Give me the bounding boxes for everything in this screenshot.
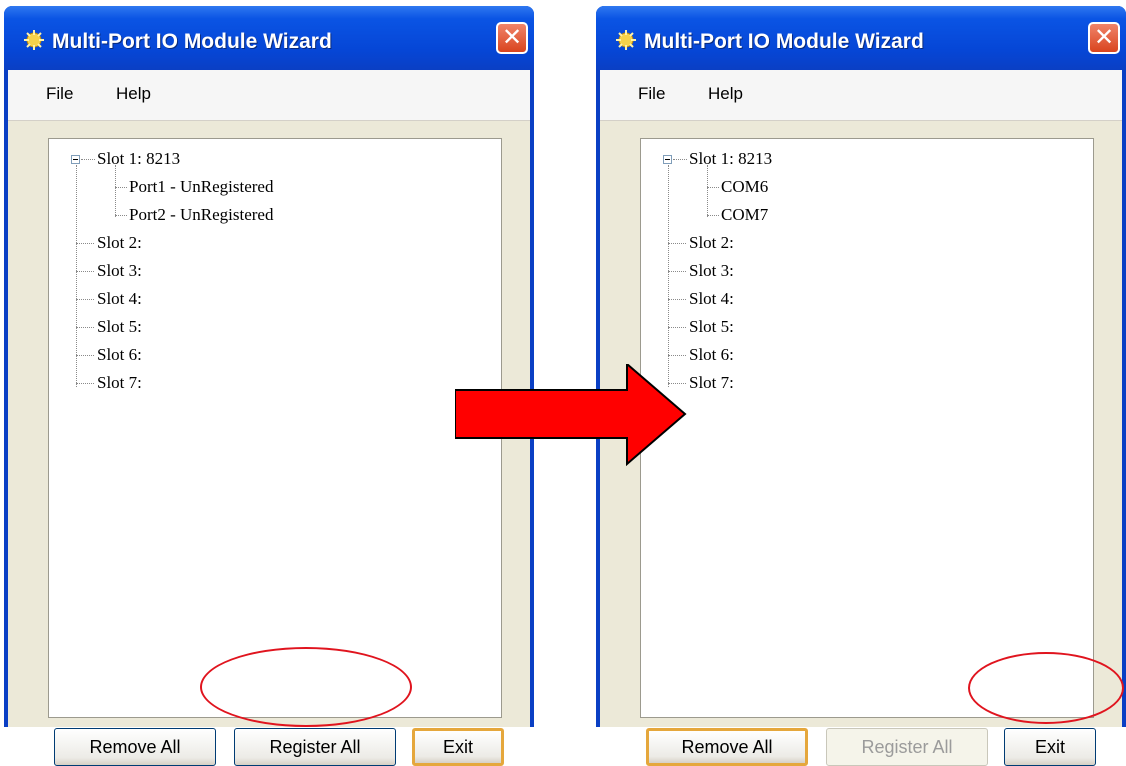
tree-node-slot7[interactable]: Slot 7: (689, 373, 734, 393)
slot-tree-view[interactable]: Slot 1: 8213 Port1 - UnRegistered Port2 … (48, 138, 502, 718)
close-button[interactable]: ✕ (1088, 22, 1120, 54)
transition-arrow-icon (455, 364, 687, 466)
tree-node-slot1[interactable]: Slot 1: 8213 (97, 149, 180, 169)
tree-node-slot1[interactable]: Slot 1: 8213 (689, 149, 772, 169)
window-title: Multi-Port IO Module Wizard (644, 30, 924, 53)
tree-node-slot2[interactable]: Slot 2: (97, 233, 142, 253)
tree-node-slot4[interactable]: Slot 4: (689, 289, 734, 309)
app-icon (24, 30, 44, 50)
remove-all-button[interactable]: Remove All (54, 728, 216, 766)
app-icon (616, 30, 636, 50)
register-all-button: Register All (826, 728, 988, 766)
menu-file[interactable]: File (638, 84, 665, 104)
tree-node-slot7[interactable]: Slot 7: (97, 373, 142, 393)
tree-node-slot5[interactable]: Slot 5: (97, 317, 142, 337)
menu-bar: File Help (600, 70, 1122, 121)
window-title: Multi-Port IO Module Wizard (52, 30, 332, 53)
tree-node-slot4[interactable]: Slot 4: (97, 289, 142, 309)
menu-bar: File Help (8, 70, 530, 121)
tree-node-com7[interactable]: COM7 (721, 205, 768, 225)
register-all-highlight-circle (200, 647, 412, 727)
tree-node-slot3[interactable]: Slot 3: (97, 261, 142, 281)
exit-button[interactable]: Exit (1004, 728, 1096, 766)
collapse-icon[interactable] (663, 155, 672, 164)
register-all-button[interactable]: Register All (234, 728, 396, 766)
remove-all-button[interactable]: Remove All (646, 728, 808, 766)
tree-node-slot6[interactable]: Slot 6: (97, 345, 142, 365)
tree-node-com6[interactable]: COM6 (721, 177, 768, 197)
exit-button[interactable]: Exit (412, 728, 504, 766)
close-button[interactable]: ✕ (496, 22, 528, 54)
title-bar: Multi-Port IO Module Wizard ✕ (596, 6, 1126, 70)
slot-tree-view[interactable]: Slot 1: 8213 COM6 COM7 Slot 2: Slot 3: S… (640, 138, 1094, 718)
menu-file[interactable]: File (46, 84, 73, 104)
exit-highlight-circle (968, 652, 1124, 724)
collapse-icon[interactable] (71, 155, 80, 164)
tree-node-port1[interactable]: Port1 - UnRegistered (129, 177, 273, 197)
menu-help[interactable]: Help (116, 84, 151, 104)
tree-node-port2[interactable]: Port2 - UnRegistered (129, 205, 273, 225)
title-bar: Multi-Port IO Module Wizard ✕ (4, 6, 534, 70)
tree-node-slot6[interactable]: Slot 6: (689, 345, 734, 365)
client-area: File Help Slot 1: 8213 Port1 - UnRegiste… (8, 70, 530, 766)
menu-help[interactable]: Help (708, 84, 743, 104)
tree-node-slot5[interactable]: Slot 5: (689, 317, 734, 337)
tree-node-slot3[interactable]: Slot 3: (689, 261, 734, 281)
tree-node-slot2[interactable]: Slot 2: (689, 233, 734, 253)
